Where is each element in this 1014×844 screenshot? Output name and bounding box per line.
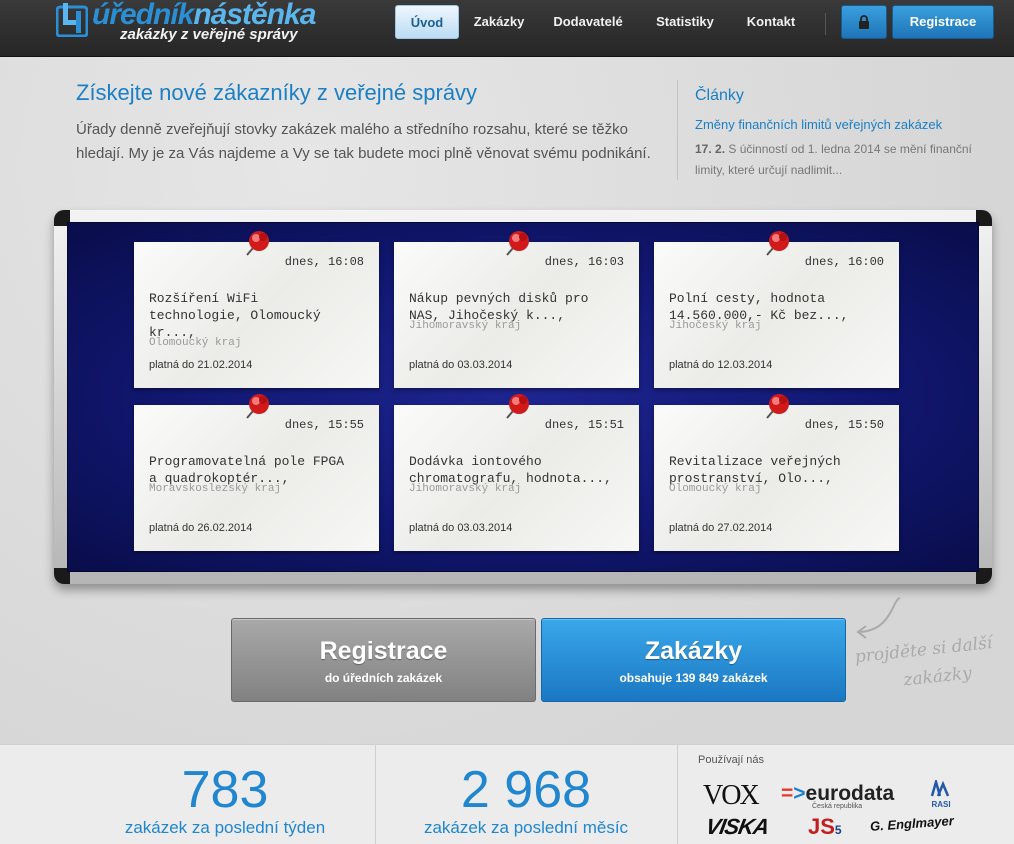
client-logo-vox: VOX (703, 780, 760, 811)
card-time: dnes, 16:03 (544, 255, 624, 269)
nav-kontakt[interactable]: Kontakt (738, 5, 804, 39)
tender-card[interactable]: dnes, 16:00 Polní cesty, hodnota 14.560.0… (654, 231, 899, 388)
top-navbar: úředníknástěnka zakázky z veřejné správy… (0, 0, 1014, 57)
intro-divider (677, 80, 678, 180)
lock-icon (859, 15, 869, 29)
card-valid-until: platná do 21.02.2014 (149, 359, 253, 371)
card-title[interactable]: Programovatelná pole FPGA a quadrokoptér… (149, 453, 374, 487)
card-region: Jihomoravský kraj (409, 320, 522, 332)
card-valid-until: platná do 12.03.2014 (669, 359, 773, 371)
tender-card[interactable]: dnes, 16:08 Rozšíření WiFi technologie, O… (134, 231, 379, 388)
card-region: Moravskoslezský kraj (149, 483, 282, 495)
tender-card[interactable]: dnes, 15:51 Dodávka iontového chromatogra… (394, 394, 639, 551)
stats-divider (677, 744, 678, 844)
rasi-mark-icon (930, 777, 950, 797)
stat-week-value: 783 (181, 761, 269, 819)
card-title[interactable]: Polní cesty, hodnota 14.560.000,- Kč bez… (669, 290, 894, 324)
stat-month-value: 2 968 (460, 761, 592, 819)
card-valid-until: platná do 03.03.2014 (409, 359, 513, 371)
article-excerpt: 17. 2. S účinností od 1. ledna 2014 se m… (695, 139, 995, 181)
stat-week-label: zakázek za poslední týden (124, 818, 326, 837)
logo-tagline: zakázky z veřejné správy (120, 26, 298, 43)
card-time: dnes, 16:00 (804, 255, 884, 269)
client-logo-rasi: RASI (928, 777, 954, 809)
card-title[interactable]: Dodávka iontového chromatografu, hodnota… (409, 453, 634, 487)
nav-dodavatele[interactable]: Dodavatelé (545, 5, 631, 39)
client-logo-eurodata-sub: Česká republika (812, 803, 863, 810)
pushpin-icon (506, 394, 529, 419)
article-link[interactable]: Změny finančních limitů veřejných zakáze… (695, 117, 942, 132)
logo-board-icon (56, 3, 88, 37)
card-valid-until: platná do 27.02.2014 (669, 522, 773, 534)
tender-card[interactable]: dnes, 15:55 Programovatelná pole FPGA a q… (134, 394, 379, 551)
card-region: Olomoucký kraj (669, 483, 762, 495)
tenders-cta-subtitle: obsahuje 139 849 zakázek (619, 671, 768, 685)
card-title[interactable]: Nákup pevných disků pro NAS, Jihočeský k… (409, 290, 634, 324)
card-time: dnes, 16:08 (284, 255, 364, 269)
card-title[interactable]: Rozšíření WiFi technologie, Olomoucký kr… (149, 290, 374, 341)
pushpin-icon (766, 231, 789, 256)
register-cta-title: Registrace (319, 637, 448, 665)
pushpin-icon (246, 231, 269, 256)
tender-card[interactable]: dnes, 15:50 Revitalizace veřejných prostr… (654, 394, 899, 551)
card-valid-until: platná do 03.03.2014 (409, 522, 513, 534)
pushpin-icon (246, 394, 269, 419)
card-time: dnes, 15:51 (544, 418, 624, 432)
article-date: 17. 2. (695, 142, 726, 156)
articles-title: Články (695, 87, 744, 104)
stat-month-label: zakázek za poslední měsíc (423, 818, 629, 837)
nav-statistiky[interactable]: Statistiky (647, 5, 723, 39)
register-cta-button[interactable]: Registrace do úředních zakázek (231, 618, 536, 702)
header-register-button[interactable]: Registrace (892, 5, 994, 39)
tenders-cta-button[interactable]: Zakázky obsahuje 139 849 zakázek (541, 618, 846, 702)
login-button[interactable] (841, 5, 887, 39)
tender-card[interactable]: dnes, 16:03 Nákup pevných disků pro NAS, … (394, 231, 639, 388)
nav-uvod[interactable]: Úvod (395, 5, 459, 39)
tenders-cta-title: Zakázky (644, 637, 743, 665)
pushpin-icon (506, 231, 529, 256)
curved-arrow-icon (856, 597, 901, 639)
card-time: dnes, 15:55 (284, 418, 364, 432)
card-region: Jihomoravský kraj (409, 483, 522, 495)
intro-text: Úřady denně zveřejňují stovky zakázek ma… (76, 121, 651, 162)
register-cta-subtitle: do úředních zakázek (324, 671, 443, 685)
card-title[interactable]: Revitalizace veřejných prostranství, Olo… (669, 453, 894, 487)
page-headline: Získejte nové zákazníky z veřejné správy (76, 80, 478, 105)
nav-separator (825, 13, 826, 35)
card-time: dnes, 15:50 (804, 418, 884, 432)
article-excerpt-text: S účinností od 1. ledna 2014 se mění fin… (695, 142, 972, 177)
client-logo-viska: VISKA (703, 814, 771, 839)
card-region: Olomoucký kraj (149, 337, 242, 349)
card-region: Jihočeský kraj (669, 320, 762, 332)
clients-title: Používají nás (698, 754, 765, 766)
nav-zakazky[interactable]: Zakázky (467, 5, 531, 39)
client-logo-js: JS5 (808, 814, 842, 839)
pushpin-icon (766, 394, 789, 419)
card-valid-until: platná do 26.02.2014 (149, 522, 253, 534)
